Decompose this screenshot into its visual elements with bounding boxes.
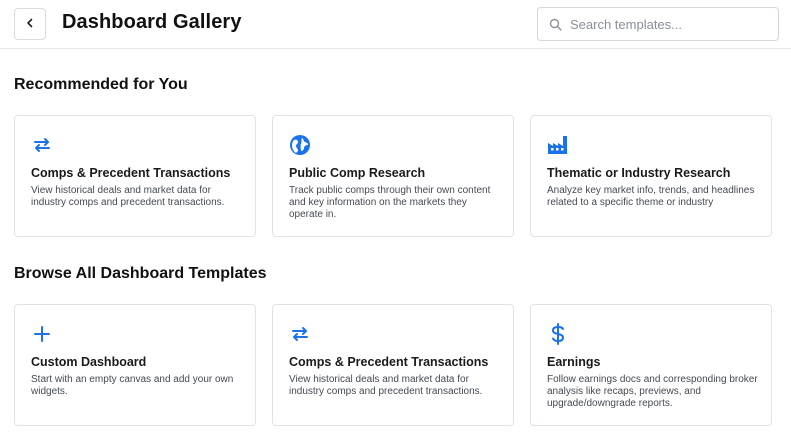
back-button[interactable] (14, 8, 46, 40)
card-description: Track public comps through their own con… (289, 185, 491, 220)
card-description: Follow earnings docs and corresponding b… (547, 374, 758, 409)
dollar-icon (547, 323, 569, 345)
card-title: Comps & Precedent Transactions (289, 355, 489, 369)
card-title: Custom Dashboard (31, 355, 147, 369)
card-title: Thematic or Industry Research (547, 166, 731, 180)
card-description: View historical deals and market data fo… (289, 374, 483, 397)
factory-icon (547, 134, 569, 156)
search-icon (548, 17, 562, 31)
card-description: Analyze key market info, trends, and hea… (547, 185, 755, 208)
card-public-comp-research[interactable]: Public Comp Research Track public comps … (272, 115, 514, 237)
swap-arrows-icon (289, 323, 311, 345)
page-title: Dashboard Gallery (62, 11, 242, 33)
card-title: Earnings (547, 355, 601, 369)
card-custom-dashboard[interactable]: Custom Dashboard Start with an empty can… (14, 304, 256, 426)
card-comps-precedent[interactable]: Comps & Precedent Transactions View hist… (272, 304, 514, 426)
card-thematic-industry-research[interactable]: Thematic or Industry Research Analyze ke… (530, 115, 772, 237)
recommended-heading: Recommended for You (14, 76, 188, 93)
card-title: Public Comp Research (289, 166, 426, 180)
browse-heading: Browse All Dashboard Templates (14, 265, 267, 282)
plus-icon (31, 323, 53, 345)
swap-arrows-icon (31, 134, 53, 156)
chevron-left-icon (25, 15, 35, 33)
search-input[interactable] (570, 16, 770, 32)
search-box[interactable] (537, 7, 779, 41)
header-bar: Dashboard Gallery (0, 0, 791, 49)
globe-icon (289, 134, 311, 156)
card-earnings[interactable]: Earnings Follow earnings docs and corres… (530, 304, 772, 426)
card-description: View historical deals and market data fo… (31, 185, 225, 208)
card-comps-precedent[interactable]: Comps & Precedent Transactions View hist… (14, 115, 256, 237)
card-description: Start with an empty canvas and add your … (31, 374, 234, 397)
card-title: Comps & Precedent Transactions (31, 166, 231, 180)
